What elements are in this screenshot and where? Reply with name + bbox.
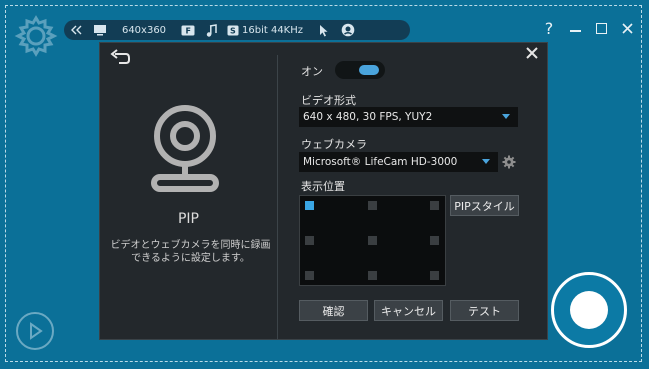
position-top-right[interactable]: [430, 201, 439, 210]
position-middle-center[interactable]: [368, 236, 377, 245]
audio-format-text[interactable]: 16bit 44KHz: [242, 20, 312, 40]
pip-title: PIP: [177, 211, 199, 227]
resolution-text[interactable]: 640x360: [112, 20, 176, 40]
position-bottom-right[interactable]: [430, 271, 439, 280]
window-controls: ?: [541, 19, 635, 38]
test-button[interactable]: テスト: [450, 300, 519, 321]
collapse-icon[interactable]: [64, 20, 88, 40]
webcam-value: Microsoft® LifeCam HD-3000: [303, 156, 458, 168]
webcam-settings-gear-icon[interactable]: [502, 155, 516, 169]
position-label: 表示位置: [301, 180, 345, 193]
video-format-value: 640 x 480, 30 FPS, YUY2: [303, 111, 433, 123]
pip-description: ビデオとウェブカメラを同時に録画できるように設定します。: [110, 240, 271, 264]
position-middle-left[interactable]: [305, 236, 314, 245]
top-toolbar: 640x360 F S 16bit 44KHz: [64, 20, 410, 40]
video-format-label: ビデオ形式: [301, 94, 356, 107]
toggle-label: オン: [301, 65, 323, 78]
position-grid[interactable]: [299, 195, 446, 286]
close-window-button[interactable]: [619, 19, 635, 37]
svg-text:F: F: [186, 26, 191, 35]
record-dot-icon: [570, 291, 608, 329]
chevron-down-icon: [482, 159, 490, 164]
pip-style-button[interactable]: PIPスタイル: [450, 195, 519, 216]
minimize-button[interactable]: [567, 19, 583, 37]
play-button[interactable]: [16, 312, 54, 350]
play-icon: [30, 322, 43, 340]
position-bottom-left[interactable]: [305, 271, 314, 280]
webcam-label: ウェブカメラ: [301, 138, 367, 151]
cursor-icon[interactable]: [312, 20, 336, 40]
maximize-button[interactable]: [593, 19, 609, 37]
pip-toggle[interactable]: [335, 61, 385, 79]
webcam-illustration-icon: [151, 105, 219, 192]
monitor-icon[interactable]: [88, 20, 112, 40]
video-format-select[interactable]: 640 x 480, 30 FPS, YUY2: [299, 107, 518, 127]
dialog-divider: [277, 55, 278, 339]
position-bottom-center[interactable]: [368, 271, 377, 280]
position-top-left[interactable]: [305, 201, 314, 210]
toggle-knob: [359, 65, 379, 75]
speaker-icon[interactable]: S: [224, 20, 242, 40]
webcam-select[interactable]: Microsoft® LifeCam HD-3000: [299, 152, 498, 172]
fps-icon[interactable]: F: [176, 20, 200, 40]
position-middle-right[interactable]: [430, 236, 439, 245]
settings-gear-icon[interactable]: [14, 14, 58, 58]
confirm-button[interactable]: 確認: [299, 300, 368, 321]
svg-text:S: S: [230, 26, 236, 35]
close-dialog-icon[interactable]: [523, 46, 541, 64]
chevron-down-icon: [502, 114, 510, 119]
help-button[interactable]: ?: [541, 19, 557, 38]
pip-dialog: PIP ビデオとウェブカメラを同時に録画できるように設定します。 オン ビデオ形…: [99, 42, 548, 340]
webcam-icon[interactable]: [336, 20, 360, 40]
cancel-button[interactable]: キャンセル: [374, 300, 443, 321]
record-button[interactable]: [551, 272, 627, 348]
music-icon[interactable]: [200, 20, 224, 40]
back-arrow-icon[interactable]: [109, 49, 131, 67]
position-top-center[interactable]: [368, 201, 377, 210]
